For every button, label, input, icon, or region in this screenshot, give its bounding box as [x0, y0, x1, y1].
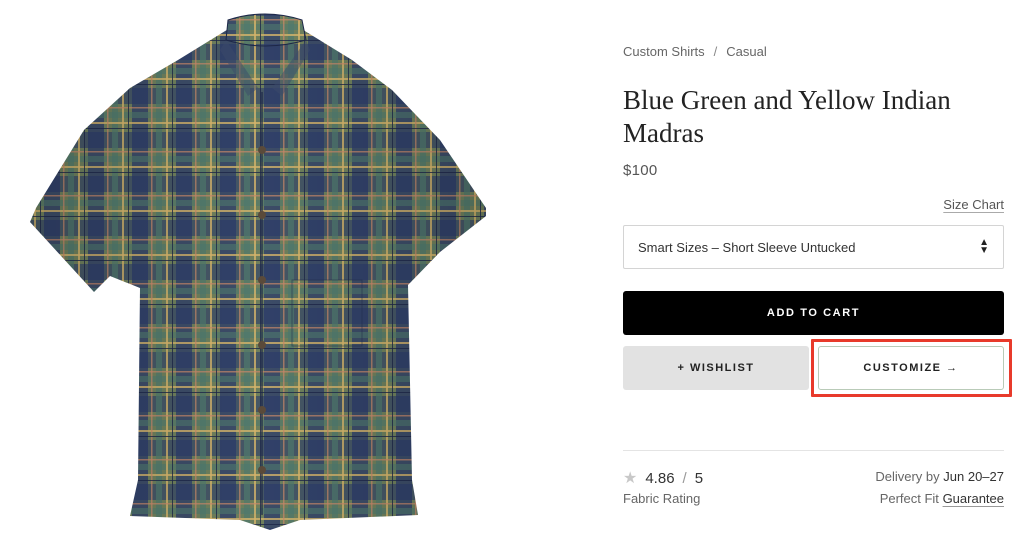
rating-separator: /	[682, 470, 687, 487]
breadcrumb-item-custom-shirts[interactable]: Custom Shirts	[623, 44, 705, 59]
wishlist-button[interactable]: + WISHLIST	[623, 346, 809, 390]
breadcrumb: Custom Shirts / Casual	[623, 44, 767, 59]
product-price: $100	[623, 162, 658, 179]
size-select-value: Smart Sizes – Short Sleeve Untucked	[638, 239, 856, 255]
size-select[interactable]: Smart Sizes – Short Sleeve Untucked ▲ ▼	[623, 225, 1004, 269]
breadcrumb-separator: /	[713, 44, 718, 59]
fit-guarantee: Perfect Fit Guarantee	[880, 491, 1004, 506]
size-chart-link[interactable]: Size Chart	[943, 197, 1004, 212]
fabric-rating: ★ 4.86 / 5	[623, 468, 703, 488]
product-image[interactable]	[0, 0, 520, 549]
select-arrows-icon: ▲ ▼	[979, 238, 989, 256]
fit-prefix: Perfect Fit	[879, 491, 939, 506]
star-icon: ★	[623, 470, 638, 487]
rating-max: 5	[694, 470, 704, 487]
guarantee-link[interactable]: Guarantee	[943, 491, 1004, 506]
divider	[623, 450, 1004, 451]
delivery-dates: Jun 20–27	[943, 469, 1004, 484]
rating-label: Fabric Rating	[623, 491, 701, 506]
plaid-shirt-icon	[30, 13, 486, 530]
arrow-down-icon: ▼	[979, 245, 989, 256]
add-to-cart-button[interactable]: ADD TO CART	[623, 291, 1004, 335]
product-title: Blue Green and Yellow Indian Madras	[623, 85, 951, 148]
delivery-prefix: Delivery by	[875, 469, 940, 484]
rating-value: 4.86	[645, 470, 675, 487]
breadcrumb-item-casual[interactable]: Casual	[726, 44, 766, 59]
delivery-info: Delivery by Jun 20–27	[875, 469, 1004, 484]
customize-button[interactable]: CUSTOMIZE →	[818, 346, 1004, 390]
